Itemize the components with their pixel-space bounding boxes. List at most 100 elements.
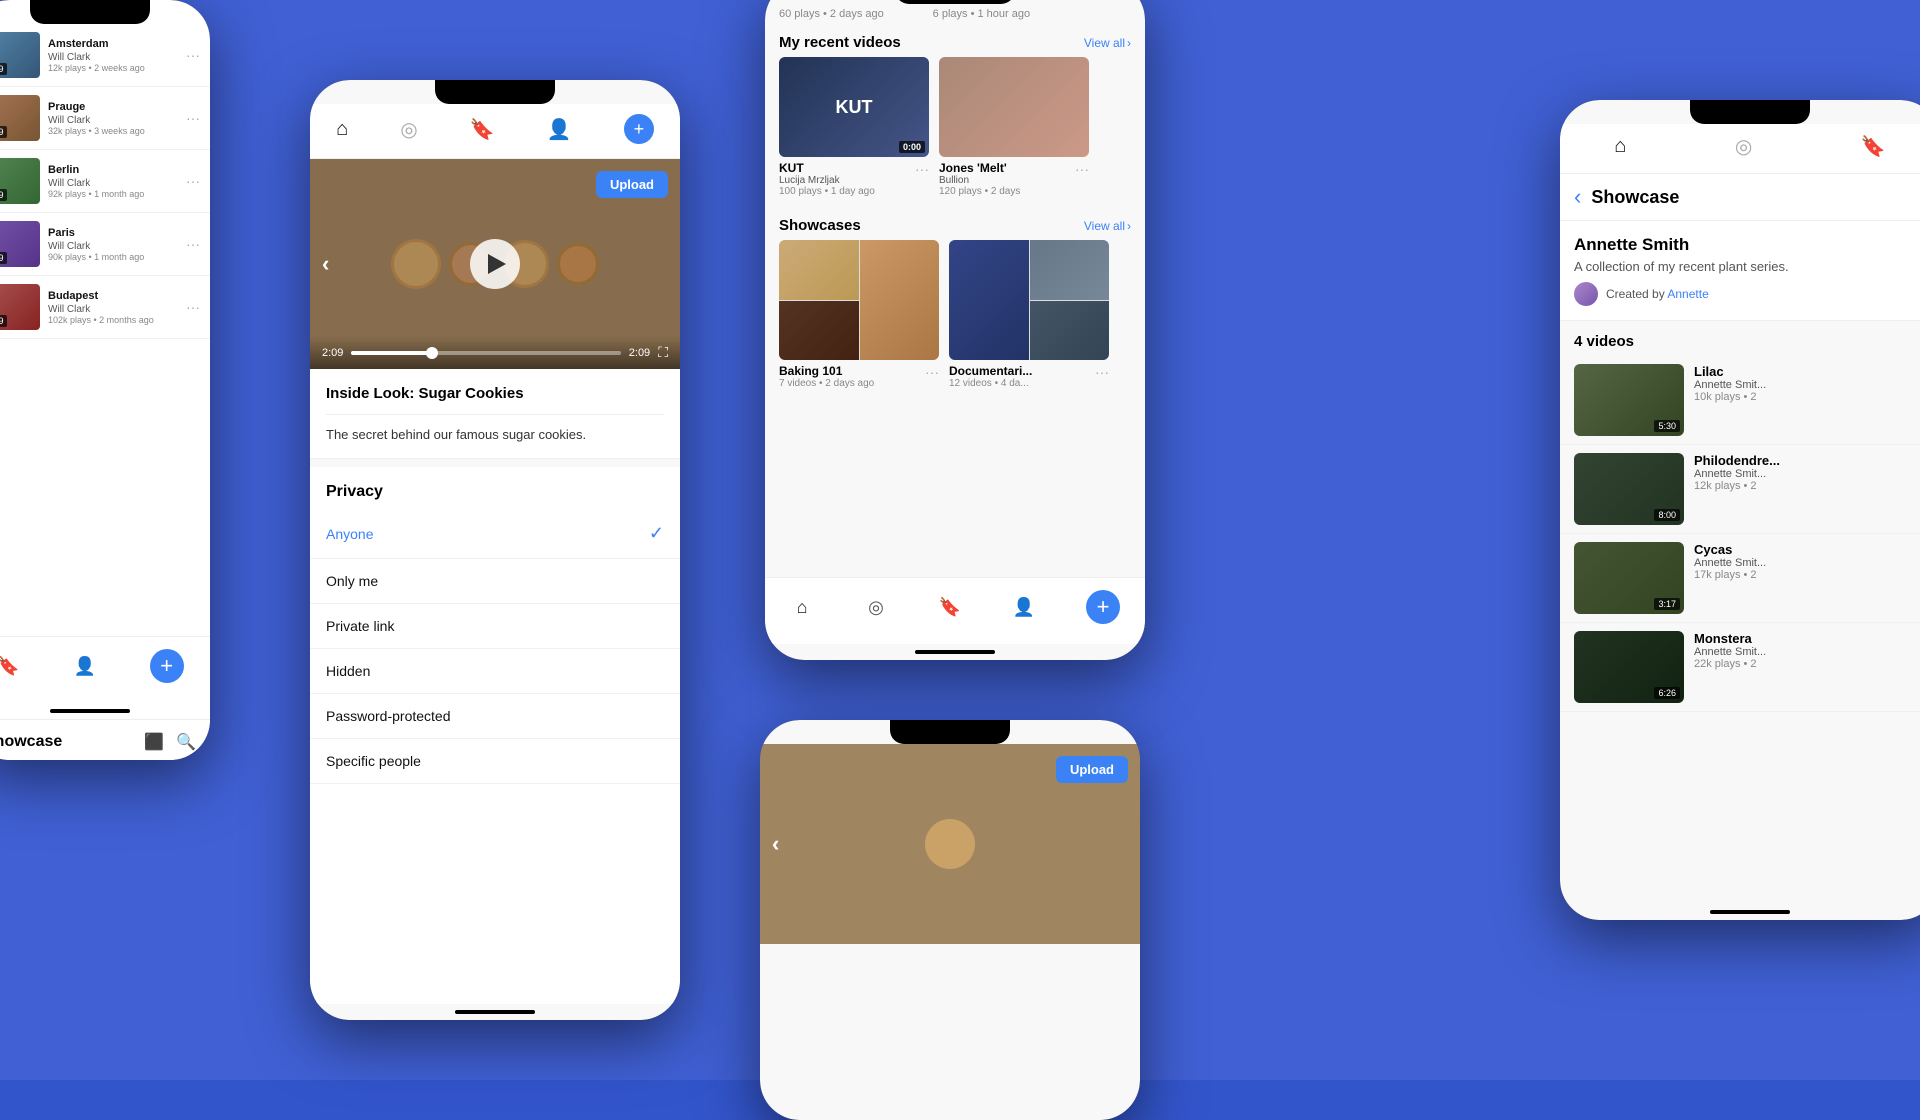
privacy-option-hidden[interactable]: Hidden xyxy=(310,649,680,694)
privacy-option-specific[interactable]: Specific people xyxy=(310,739,680,784)
upload-button-bottom[interactable]: Upload xyxy=(1056,756,1128,783)
more-icon[interactable]: ··· xyxy=(186,47,200,63)
view-all-showcases[interactable]: View all › xyxy=(1084,219,1131,233)
explore-tab[interactable]: ◎ xyxy=(400,117,417,142)
recent-video-card[interactable]: KUT 0:00 KUT Lucija Mrzljak 100 plays • … xyxy=(779,57,929,197)
progress-dot[interactable] xyxy=(426,347,438,359)
view-all-videos[interactable]: View all › xyxy=(1084,36,1131,50)
my-videos-title: My recent videos xyxy=(779,34,901,51)
add-tab[interactable]: + xyxy=(624,114,654,144)
rv-thumbnail: KUT 0:00 xyxy=(779,57,929,157)
more-icon[interactable]: ··· xyxy=(1095,364,1109,380)
list-item[interactable]: 7:29 Budapest Will Clark 102k plays • 2 … xyxy=(0,276,210,339)
video-list: 7:29 Amsterdam Will Clark 12k plays • 2 … xyxy=(0,24,210,636)
sv-thumbnail: 6:26 xyxy=(1574,631,1684,703)
checkmark-icon: ✓ xyxy=(649,523,664,544)
play-button[interactable] xyxy=(470,239,520,289)
home-tab[interactable]: ⌂ xyxy=(1614,135,1626,158)
privacy-section: Privacy Anyone ✓ Only me Private link Hi… xyxy=(310,467,680,1004)
list-item[interactable]: 7:29 Paris Will Clark 90k plays • 1 mont… xyxy=(0,213,210,276)
showcase-video-item[interactable]: 8:00 Philodendre... Annette Smit... 12k … xyxy=(1560,445,1920,534)
sv-title: Philodendre... xyxy=(1694,453,1920,468)
profile-icon[interactable]: 👤 xyxy=(73,654,97,678)
add-button[interactable]: + xyxy=(1086,590,1120,624)
more-icon[interactable]: ··· xyxy=(915,161,929,177)
showcase-card[interactable]: Baking 101 7 videos • 2 days ago ··· xyxy=(779,240,939,389)
video-title: Prauge xyxy=(48,100,178,114)
list-item[interactable]: 7:29 Amsterdam Will Clark 12k plays • 2 … xyxy=(0,24,210,87)
home-indicator xyxy=(50,709,130,713)
bookmarks-tab[interactable]: 🔖 xyxy=(938,595,962,619)
bottom-nav: ⌂ ◎ 🔖 👤 + xyxy=(765,577,1145,644)
showcase-video-item[interactable]: 6:26 Monstera Annette Smit... 22k plays … xyxy=(1560,623,1920,712)
home-tab[interactable]: ⌂ xyxy=(790,595,814,619)
fullscreen-icon[interactable]: ⛶ xyxy=(658,344,668,361)
sv-stats: 17k plays • 2 xyxy=(1694,569,1920,581)
privacy-option-anyone[interactable]: Anyone ✓ xyxy=(310,509,680,559)
showcase-thumb-grid xyxy=(949,240,1109,360)
duration-badge: 7:29 xyxy=(0,126,7,138)
home-indicator xyxy=(455,1010,535,1014)
showcase-card[interactable]: Documentari... 12 videos • 4 da... ··· xyxy=(949,240,1109,389)
profile-tab[interactable]: 👤 xyxy=(547,117,572,142)
video-meta-description: The secret behind our famous sugar cooki… xyxy=(326,427,664,442)
explore-tab[interactable]: ◎ xyxy=(864,595,888,619)
video-player-bottom: Upload ‹ xyxy=(760,744,1140,944)
privacy-option-only-me[interactable]: Only me xyxy=(310,559,680,604)
bookmarks-tab[interactable]: 🔖 xyxy=(1861,134,1886,159)
privacy-option-label: Private link xyxy=(326,618,394,634)
list-item[interactable]: 7:29 Prauge Will Clark 32k plays • 3 wee… xyxy=(0,87,210,150)
more-icon[interactable]: ··· xyxy=(186,299,200,315)
showcase-video-item[interactable]: 3:17 Cycas Annette Smit... 17k plays • 2 xyxy=(1560,534,1920,623)
sv-stats: 22k plays • 2 xyxy=(1694,658,1920,670)
recent-video-card[interactable]: Jones 'Melt' Bullion 120 plays • 2 days … xyxy=(939,57,1089,197)
video-info: Berlin Will Clark 92k plays • 1 month ag… xyxy=(48,163,178,198)
showcase-thumb-cell xyxy=(949,240,1029,360)
sv-duration: 8:00 xyxy=(1654,509,1680,521)
list-item[interactable]: 7:29 Berlin Will Clark 92k plays • 1 mon… xyxy=(0,150,210,213)
notch-right-center xyxy=(895,0,1015,4)
privacy-option-private-link[interactable]: Private link xyxy=(310,604,680,649)
privacy-option-label: Only me xyxy=(326,573,378,589)
more-icon[interactable]: ··· xyxy=(186,236,200,252)
video-thumbnail: 7:29 xyxy=(0,95,40,141)
showcase-creator: Created by Annette xyxy=(1574,282,1920,306)
video-title: Amsterdam xyxy=(48,37,178,51)
duration-badge: 7:29 xyxy=(0,189,7,201)
cast-icon[interactable]: ⬛ xyxy=(144,732,164,752)
video-metadata: Inside Look: Sugar Cookies The secret be… xyxy=(310,369,680,459)
showcase-detail: Annette Smith A collection of my recent … xyxy=(1560,221,1920,321)
more-icon[interactable]: ··· xyxy=(1075,161,1089,177)
stats-left: 60 plays • 2 days ago xyxy=(779,8,884,20)
back-button[interactable]: ‹ xyxy=(1574,184,1581,210)
previous-button[interactable]: ‹ xyxy=(322,251,329,277)
showcase-video-item[interactable]: 5:30 Lilac Annette Smit... 10k plays • 2 xyxy=(1560,356,1920,445)
privacy-option-password[interactable]: Password-protected xyxy=(310,694,680,739)
rv-title: Jones 'Melt' xyxy=(939,161,1020,175)
more-icon[interactable]: ··· xyxy=(186,173,200,189)
video-author: Will Clark xyxy=(48,52,178,63)
previous-button-bottom[interactable]: ‹ xyxy=(772,831,779,857)
video-stats: 32k plays • 3 weeks ago xyxy=(48,126,178,136)
showcase-header-title: Showcase xyxy=(1591,187,1679,208)
progress-track[interactable] xyxy=(351,351,620,355)
video-stats: 12k plays • 2 weeks ago xyxy=(48,63,178,73)
showcase-thumb-cell xyxy=(779,301,859,361)
current-time: 2:09 xyxy=(322,347,343,359)
home-tab[interactable]: ⌂ xyxy=(336,118,348,141)
upload-button[interactable]: Upload xyxy=(596,171,668,198)
bookmarks-tab[interactable]: 🔖 xyxy=(470,117,495,142)
more-icon[interactable]: ··· xyxy=(925,364,939,380)
rv-author: Bullion xyxy=(939,175,1020,186)
rv-author: Lucija Mrzljak xyxy=(779,175,875,186)
duration-badge: 7:29 xyxy=(0,252,7,264)
video-author: Will Clark xyxy=(48,304,178,315)
more-icon[interactable]: ··· xyxy=(186,110,200,126)
add-button[interactable]: + xyxy=(150,649,184,683)
profile-tab[interactable]: 👤 xyxy=(1012,595,1036,619)
home-indicator xyxy=(915,650,995,654)
explore-tab[interactable]: ◎ xyxy=(1735,134,1752,159)
search-icon[interactable]: 🔍 xyxy=(176,732,196,752)
video-thumbnail: 7:29 xyxy=(0,32,40,78)
bookmarks-icon[interactable]: 🔖 xyxy=(0,654,20,678)
